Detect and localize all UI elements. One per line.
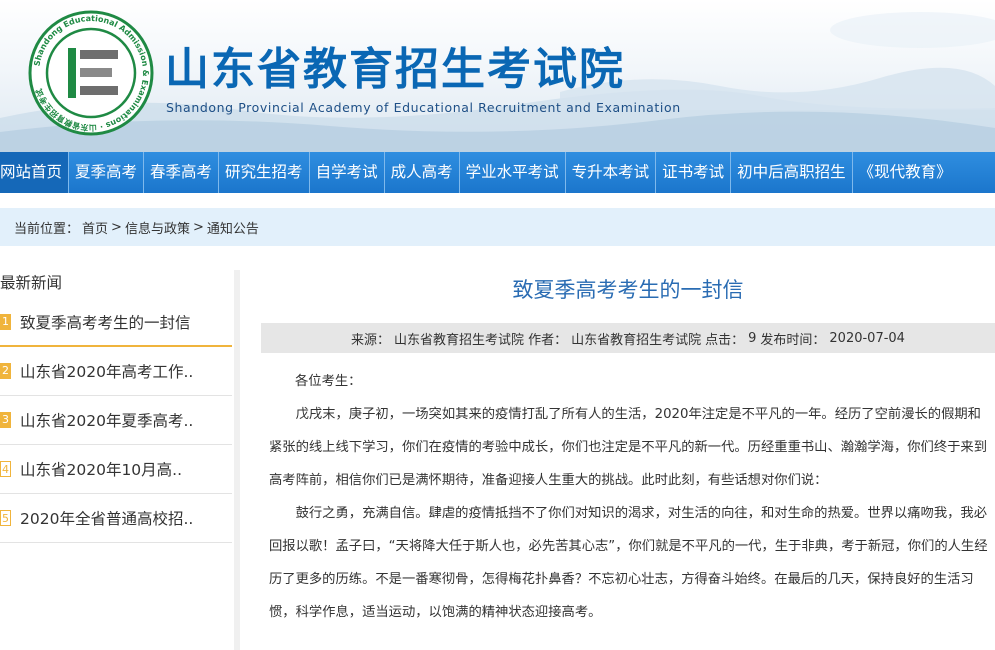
news-item-title[interactable]: 山东省2020年10月高.. bbox=[20, 458, 182, 480]
nav-proficiency-exam[interactable]: 学业水平考试 bbox=[458, 152, 565, 193]
breadcrumb-notices[interactable]: 通知公告 bbox=[207, 218, 259, 237]
meta-source: 山东省教育招生考试院 bbox=[394, 332, 525, 348]
news-item[interactable]: 3 山东省2020年夏季高考.. bbox=[0, 396, 232, 445]
news-item-title[interactable]: 2020年全省普通高校招.. bbox=[20, 507, 193, 529]
news-rank-badge: 1 bbox=[0, 313, 11, 330]
academy-logo: Shandong Educational Admission & Examina… bbox=[28, 10, 154, 136]
meta-date-label: 发布时间： bbox=[760, 332, 826, 348]
news-rank-badge: 3 bbox=[0, 412, 11, 428]
news-rank-badge: 5 bbox=[0, 510, 11, 526]
article-body: 各位考生： 戊戌末，庚子初，一场突如其来的疫情打乱了所有人的生活，2020年注定… bbox=[261, 365, 995, 629]
news-item[interactable]: 1 致夏季高考考生的一封信 bbox=[0, 298, 232, 347]
nav-graduate-exam[interactable]: 研究生招考 bbox=[218, 152, 309, 193]
meta-clicks-label: 点击： bbox=[705, 332, 745, 348]
meta-clicks: 9 bbox=[748, 330, 757, 346]
latest-news-sidebar: 最新新闻 1 致夏季高考考生的一封信 2 山东省2020年高考工作.. 3 山东… bbox=[0, 270, 240, 650]
news-list: 1 致夏季高考考生的一封信 2 山东省2020年高考工作.. 3 山东省2020… bbox=[0, 298, 234, 543]
main-nav: 网站首页 夏季高考 春季高考 研究生招考 自学考试 成人高考 学业水平考试 专升… bbox=[0, 152, 995, 193]
breadcrumb-home[interactable]: 首页 bbox=[82, 218, 108, 237]
article: 致夏季高考考生的一封信 来源： 山东省教育招生考试院 作者： 山东省教育招生考试院 … bbox=[261, 270, 995, 629]
breadcrumb-separator: > bbox=[192, 219, 204, 235]
site-title: 山东省教育招生考试院 bbox=[165, 44, 625, 95]
nav-vocational-enrollment[interactable]: 初中后高职招生 bbox=[730, 152, 852, 193]
article-greeting: 各位考生： bbox=[295, 374, 362, 389]
news-item-title[interactable]: 致夏季高考考生的一封信 bbox=[20, 311, 191, 333]
article-title: 致夏季高考考生的一封信 bbox=[512, 278, 744, 302]
meta-author: 山东省教育招生考试院 bbox=[571, 332, 702, 348]
breadcrumb: 当前位置： 首页 > 信息与政策 > 通知公告 bbox=[0, 208, 995, 246]
nav-upgrade-exam[interactable]: 专升本考试 bbox=[564, 152, 656, 193]
meta-author-label: 作者： bbox=[528, 332, 568, 348]
nav-summer-exam[interactable]: 夏季高考 bbox=[68, 152, 143, 193]
article-meta: 来源： 山东省教育招生考试院 作者： 山东省教育招生考试院 点击： 9 发布时间： 20… bbox=[261, 323, 995, 353]
nav-certificate-exam[interactable]: 证书考试 bbox=[655, 152, 730, 193]
meta-date: 2020-07-04 bbox=[829, 330, 905, 346]
article-paragraph: 鼓行之勇，充满自信。肆虐的疫情抵挡不了你们对知识的渴求，对生活的向往，和对生命的… bbox=[269, 506, 988, 620]
news-rank-badge: 4 bbox=[0, 461, 11, 477]
meta-source-label: 来源： bbox=[351, 332, 391, 348]
article-paragraph: 戊戌末，庚子初，一场突如其来的疫情打乱了所有人的生活，2020年注定是不平凡的一… bbox=[269, 407, 988, 488]
breadcrumb-separator: > bbox=[111, 219, 122, 235]
nav-spring-exam[interactable]: 春季高考 bbox=[143, 152, 218, 193]
news-item[interactable]: 2 山东省2020年高考工作.. bbox=[0, 347, 232, 396]
site-banner: Shandong Educational Admission & Examina… bbox=[0, 0, 995, 152]
sidebar-heading: 最新新闻 bbox=[0, 274, 63, 292]
news-rank-badge: 2 bbox=[0, 363, 11, 379]
news-item-title[interactable]: 山东省2020年夏季高考.. bbox=[20, 409, 193, 431]
breadcrumb-policy[interactable]: 信息与政策 bbox=[125, 218, 190, 237]
nav-adult-exam[interactable]: 成人高考 bbox=[383, 152, 459, 193]
nav-self-study-exam[interactable]: 自学考试 bbox=[308, 152, 384, 193]
nav-modern-education[interactable]: 《现代教育》 bbox=[851, 152, 958, 193]
site-subtitle: Shandong Provincial Academy of Education… bbox=[166, 100, 681, 115]
news-item[interactable]: 4 山东省2020年10月高.. bbox=[0, 445, 232, 494]
news-item[interactable]: 5 2020年全省普通高校招.. bbox=[0, 494, 232, 543]
breadcrumb-prefix: 当前位置： bbox=[14, 221, 80, 237]
nav-home[interactable]: 网站首页 bbox=[0, 152, 69, 193]
news-item-title[interactable]: 山东省2020年高考工作.. bbox=[20, 360, 193, 382]
